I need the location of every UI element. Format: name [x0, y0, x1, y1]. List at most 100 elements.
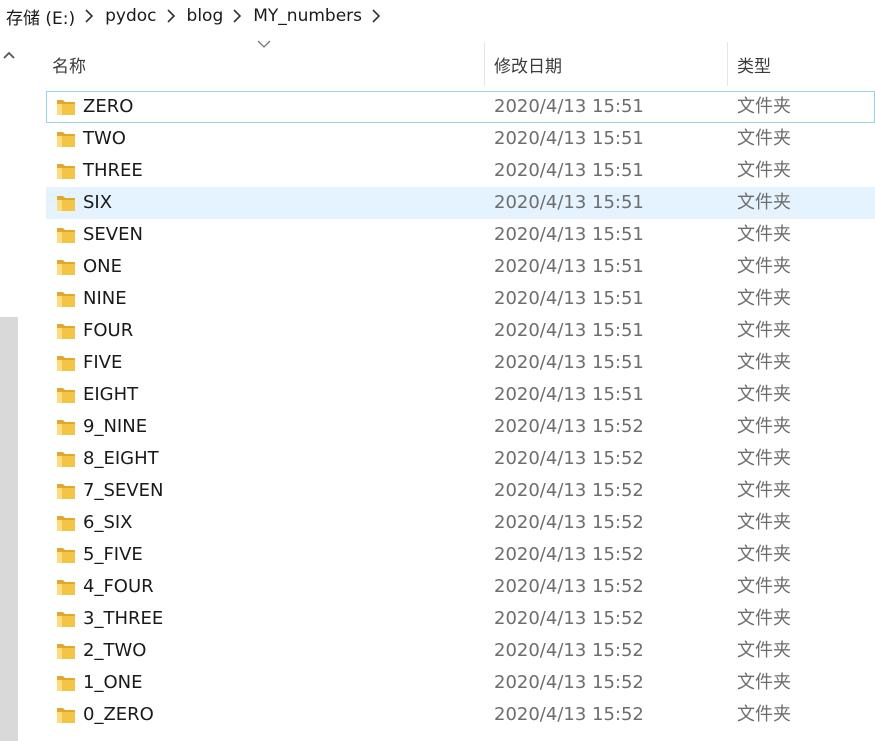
file-row[interactable]: ZERO 2020/4/13 15:51 文件夹 — [46, 91, 875, 123]
file-date: 2020/4/13 15:51 — [494, 192, 644, 213]
file-name: 4_FOUR — [83, 576, 154, 597]
file-name: 6_SIX — [83, 512, 133, 533]
chevron-right-icon[interactable] — [165, 9, 177, 23]
file-name: SIX — [83, 192, 113, 213]
file-row[interactable]: FIVE 2020/4/13 15:51 文件夹 — [46, 347, 875, 379]
file-type: 文件夹 — [737, 704, 791, 725]
file-date: 2020/4/13 15:52 — [494, 512, 644, 533]
file-row[interactable]: 2_TWO 2020/4/13 15:52 文件夹 — [46, 635, 875, 667]
folder-icon — [57, 388, 75, 403]
file-date: 2020/4/13 15:52 — [494, 704, 644, 725]
breadcrumb-item-drive[interactable]: 存储 (E:) — [6, 4, 75, 29]
file-type: 文件夹 — [737, 416, 791, 437]
file-row[interactable]: ONE 2020/4/13 15:51 文件夹 — [46, 251, 875, 283]
file-date: 2020/4/13 15:51 — [494, 288, 644, 309]
folder-icon — [57, 100, 75, 115]
file-type: 文件夹 — [737, 224, 791, 245]
scroll-up-arrow-icon[interactable] — [2, 50, 16, 60]
file-row[interactable]: THREE 2020/4/13 15:51 文件夹 — [46, 155, 875, 187]
file-type: 文件夹 — [737, 480, 791, 501]
folder-icon — [57, 580, 75, 595]
breadcrumb: 存储 (E:) pydoc blog MY_numbers — [0, 0, 875, 32]
file-type: 文件夹 — [737, 192, 791, 213]
file-date: 2020/4/13 15:52 — [494, 480, 644, 501]
file-type: 文件夹 — [737, 352, 791, 373]
file-type: 文件夹 — [737, 256, 791, 277]
file-type: 文件夹 — [737, 128, 791, 149]
folder-icon — [57, 644, 75, 659]
folder-icon — [57, 516, 75, 531]
breadcrumb-item-pydoc[interactable]: pydoc — [105, 6, 156, 26]
folder-icon — [57, 132, 75, 147]
column-header-name[interactable]: 名称 — [52, 52, 86, 77]
breadcrumb-item-my-numbers[interactable]: MY_numbers — [253, 6, 362, 26]
file-row[interactable]: 9_NINE 2020/4/13 15:52 文件夹 — [46, 411, 875, 443]
file-row[interactable]: 3_THREE 2020/4/13 15:52 文件夹 — [46, 603, 875, 635]
sort-chevron-down-icon — [257, 40, 271, 48]
file-row[interactable]: 4_FOUR 2020/4/13 15:52 文件夹 — [46, 571, 875, 603]
file-date: 2020/4/13 15:52 — [494, 448, 644, 469]
file-type: 文件夹 — [737, 672, 791, 693]
file-name: 9_NINE — [83, 416, 148, 437]
file-date: 2020/4/13 15:52 — [494, 608, 644, 629]
file-date: 2020/4/13 15:51 — [494, 128, 644, 149]
file-name: NINE — [83, 288, 127, 309]
file-row[interactable]: 8_EIGHT 2020/4/13 15:52 文件夹 — [46, 443, 875, 475]
file-type: 文件夹 — [737, 544, 791, 565]
file-row[interactable]: TWO 2020/4/13 15:51 文件夹 — [46, 123, 875, 155]
file-row[interactable]: SIX 2020/4/13 15:51 文件夹 — [46, 187, 875, 219]
folder-icon — [57, 260, 75, 275]
folder-icon — [57, 164, 75, 179]
file-row[interactable]: 0_ZERO 2020/4/13 15:52 文件夹 — [46, 699, 875, 731]
folder-icon — [57, 676, 75, 691]
file-row[interactable]: FOUR 2020/4/13 15:51 文件夹 — [46, 315, 875, 347]
file-name: SEVEN — [83, 224, 143, 245]
file-date: 2020/4/13 15:51 — [494, 384, 644, 405]
file-name: 2_TWO — [83, 640, 147, 661]
file-date: 2020/4/13 15:52 — [494, 544, 644, 565]
file-row[interactable]: 5_FIVE 2020/4/13 15:52 文件夹 — [46, 539, 875, 571]
breadcrumb-item-blog[interactable]: blog — [187, 6, 224, 26]
vertical-scrollbar[interactable] — [0, 40, 18, 741]
folder-icon — [57, 324, 75, 339]
scrollbar-thumb[interactable] — [0, 317, 18, 741]
file-row[interactable]: SEVEN 2020/4/13 15:51 文件夹 — [46, 219, 875, 251]
file-name: FIVE — [83, 352, 123, 373]
file-list: ZERO 2020/4/13 15:51 文件夹 TWO 2020/4/13 15:51… — [46, 91, 875, 731]
file-type: 文件夹 — [737, 320, 791, 341]
folder-icon — [57, 196, 75, 211]
file-type: 文件夹 — [737, 384, 791, 405]
file-date: 2020/4/13 15:52 — [494, 576, 644, 597]
column-header-bar: 名称 修改日期 类型 — [0, 32, 875, 92]
file-name: 0_ZERO — [83, 704, 154, 725]
file-date: 2020/4/13 15:52 — [494, 640, 644, 661]
file-type: 文件夹 — [737, 448, 791, 469]
file-type: 文件夹 — [737, 512, 791, 533]
file-name: 7_SEVEN — [83, 480, 164, 501]
folder-icon — [57, 292, 75, 307]
chevron-right-icon[interactable] — [231, 9, 243, 23]
column-divider[interactable] — [727, 42, 728, 86]
file-type: 文件夹 — [737, 160, 791, 181]
chevron-right-icon[interactable] — [83, 9, 95, 23]
file-name: ONE — [83, 256, 123, 277]
column-header-date[interactable]: 修改日期 — [494, 52, 562, 77]
file-row[interactable]: 7_SEVEN 2020/4/13 15:52 文件夹 — [46, 475, 875, 507]
file-date: 2020/4/13 15:51 — [494, 224, 644, 245]
file-name: 5_FIVE — [83, 544, 143, 565]
file-type: 文件夹 — [737, 640, 791, 661]
folder-icon — [57, 420, 75, 435]
file-date: 2020/4/13 15:51 — [494, 352, 644, 373]
file-row[interactable]: NINE 2020/4/13 15:51 文件夹 — [46, 283, 875, 315]
chevron-right-icon[interactable] — [370, 9, 382, 23]
column-divider[interactable] — [484, 42, 485, 86]
file-date: 2020/4/13 15:52 — [494, 672, 644, 693]
folder-icon — [57, 612, 75, 627]
file-type: 文件夹 — [737, 576, 791, 597]
file-row[interactable]: 1_ONE 2020/4/13 15:52 文件夹 — [46, 667, 875, 699]
file-row[interactable]: EIGHT 2020/4/13 15:51 文件夹 — [46, 379, 875, 411]
file-date: 2020/4/13 15:51 — [494, 96, 644, 117]
folder-icon — [57, 484, 75, 499]
column-header-type[interactable]: 类型 — [737, 52, 771, 77]
file-row[interactable]: 6_SIX 2020/4/13 15:52 文件夹 — [46, 507, 875, 539]
